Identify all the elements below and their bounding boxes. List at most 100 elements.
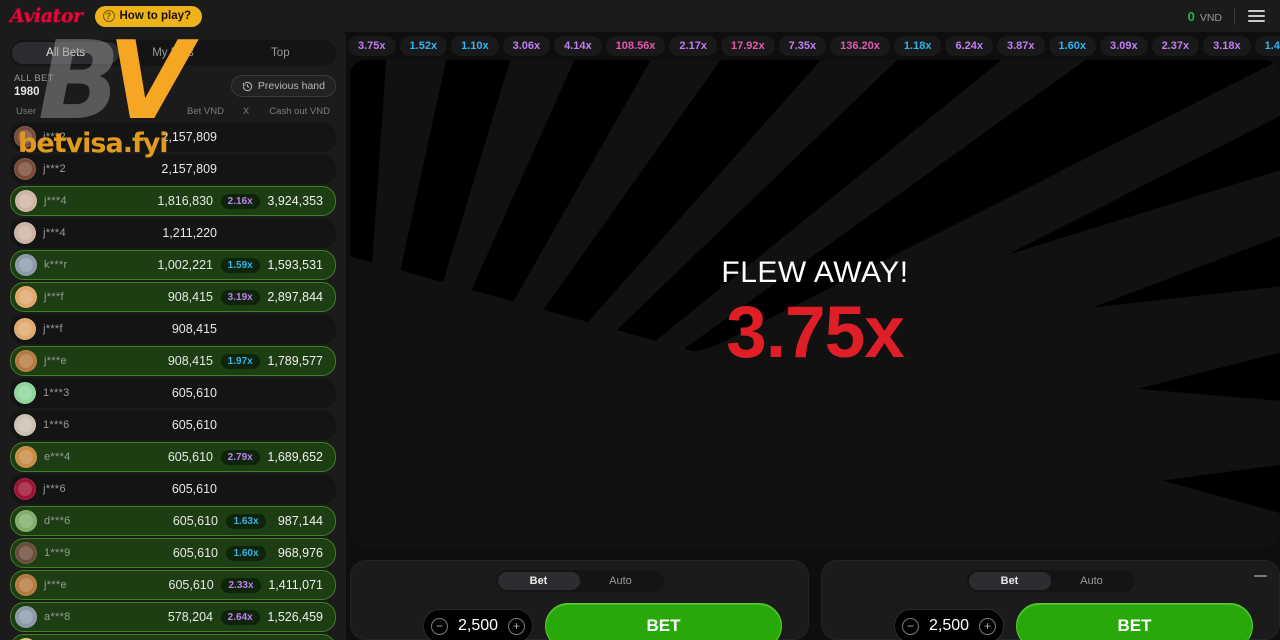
bet-row-multiplier-badge: 2.64x (220, 609, 260, 625)
bet-panel-right-tab-bet[interactable]: Bet (968, 572, 1051, 590)
bet-row-amount: 1,002,221 (157, 258, 213, 272)
bet-row[interactable]: 1***6 605,610 (10, 410, 336, 440)
history-multiplier[interactable]: 3.75x (348, 35, 396, 56)
bet-row-username: j***f (44, 291, 64, 303)
bet-panel-left-tab-bet[interactable]: Bet (497, 572, 580, 590)
previous-hand-button[interactable]: Previous hand (230, 75, 336, 97)
bet-panel-right: Bet Auto − 2,500 + BET (821, 560, 1280, 640)
history-multiplier[interactable]: 1.52x (399, 35, 448, 56)
history-multiplier[interactable]: 4.14x (554, 35, 602, 56)
history-multiplier[interactable]: 2.37x (1151, 35, 1200, 56)
tab-top[interactable]: Top (227, 42, 334, 64)
bet-row-username: j***2 (43, 163, 66, 175)
history-multiplier[interactable]: 2.17x (669, 35, 717, 56)
previous-hand-label: Previous hand (257, 80, 325, 92)
balance-amount: 0 (1187, 8, 1195, 24)
history-multiplier[interactable]: 1.10x (451, 35, 499, 56)
bet-row-cashout: 1,526,459 (267, 610, 323, 624)
bet-panel-left-tab-auto[interactable]: Auto (580, 572, 662, 590)
tab-all-bets[interactable]: All Bets (12, 42, 120, 64)
bet-panel-right-tab-auto[interactable]: Auto (1051, 572, 1133, 590)
bet-amount-stepper-left[interactable]: − 2,500 + (423, 609, 533, 640)
bet-row-multiplier-wrap: 1.63x (218, 513, 274, 529)
bets-tabs-container: All Bets My Bets Top (0, 32, 346, 66)
bet-row-amount: 908,415 (171, 322, 217, 336)
bet-row-amount: 605,610 (168, 578, 214, 592)
bet-row-username: 1***3 (43, 387, 70, 399)
bet-button-right[interactable]: BET (1016, 603, 1253, 640)
bet-row-username: j***e (44, 579, 67, 591)
bet-row[interactable]: j***2 2,157,809 (10, 154, 336, 184)
bet-row[interactable]: e***4 605,610 2.79x 1,689,652 (10, 442, 336, 472)
bet-amount-value-right[interactable]: 2,500 (929, 617, 969, 635)
bet-row[interactable]: j***f 908,415 (10, 314, 336, 344)
bet-panel-left: Bet Auto − 2,500 + BET (350, 560, 809, 640)
multiplier-history-bar[interactable]: 3.75x 1.52x 1.10x 3.06x 4.14x 108.56x 2.17x 17.… (348, 32, 1280, 60)
bet-row-amount: 605,610 (172, 546, 218, 560)
bet-row-cashout: 1,593,531 (267, 258, 323, 272)
history-multiplier[interactable]: 136.20x (830, 35, 890, 56)
bet-row-username: d***6 (44, 515, 71, 527)
bet-row[interactable]: j***f 908,415 3.19x 2,897,844 (10, 282, 336, 312)
avatar (14, 126, 36, 148)
avatar (14, 158, 36, 180)
bet-row[interactable]: j***2 2,157,809 (10, 122, 336, 152)
bet-row[interactable]: 1***9 605,610 1.60x 968,976 (10, 538, 336, 568)
history-multiplier[interactable]: 3.18x (1203, 35, 1251, 56)
history-multiplier[interactable]: 3.09x (1100, 35, 1148, 56)
avatar (15, 510, 37, 532)
history-multiplier[interactable]: 17.92x (720, 35, 775, 56)
bet-button-left[interactable]: BET (545, 603, 782, 640)
bet-row[interactable]: k***r 1,002,221 1.59x 1,593,531 (10, 250, 336, 280)
history-multiplier[interactable]: 3.06x (502, 35, 551, 56)
how-to-play-button[interactable]: ? How to play? (94, 5, 203, 27)
bet-row[interactable]: j***4 1,211,220 (10, 218, 336, 248)
increase-bet-icon-right[interactable]: + (978, 617, 996, 635)
bet-row-multiplier-wrap: 3.19x (213, 289, 267, 305)
bet-row-multiplier-badge: 1.59x (220, 257, 260, 273)
remove-bet-panel-icon[interactable] (1254, 575, 1267, 577)
bet-row-cashout: 3,924,353 (267, 194, 323, 208)
history-multiplier[interactable]: 108.56x (605, 35, 666, 56)
bets-sidebar: All Bets My Bets Top ALL BET 1980 Previo… (0, 32, 346, 640)
decrease-bet-icon-right[interactable]: − (902, 617, 919, 635)
bet-row[interactable]: j***4 1,816,830 2.16x 3,924,353 (10, 186, 336, 216)
bet-row-cashout: 968,976 (277, 546, 323, 560)
flew-away-label: FLEW AWAY! (721, 255, 909, 289)
bet-amount-value-left[interactable]: 2,500 (458, 617, 498, 635)
bet-row-multiplier-wrap: 1.97x (213, 353, 267, 369)
hamburger-menu-icon[interactable] (1235, 10, 1270, 22)
bet-count-row: ALL BET 1980 Previous hand (0, 66, 346, 104)
bet-row[interactable]: j***e 605,610 2.33x 1,411,071 (10, 570, 336, 600)
column-header-bet: Bet VND (187, 106, 224, 117)
history-multiplier[interactable]: 6.24x (945, 35, 993, 56)
bet-row-multiplier-badge: 2.79x (220, 449, 260, 465)
bet-row[interactable]: 1***3 605,610 (10, 378, 336, 408)
bet-amount-stepper-right[interactable]: − 2,500 + (894, 609, 1004, 640)
tab-my-bets[interactable]: My Bets (119, 42, 226, 64)
bet-row-multiplier-badge: 3.19x (220, 289, 260, 305)
avatar (15, 574, 37, 596)
bet-row[interactable]: j***e 908,415 1.97x 1,789,577 (10, 346, 336, 376)
bet-row-amount: 605,610 (171, 482, 217, 496)
bet-row[interactable]: s***3549,7953.11x1,709,863 (10, 634, 336, 640)
bet-row-amount: 2,157,809 (161, 130, 217, 144)
history-multiplier[interactable]: 7.35x (778, 35, 827, 56)
history-multiplier[interactable]: 3.87x (996, 35, 1045, 56)
decrease-bet-icon-left[interactable]: − (431, 617, 448, 635)
bet-row[interactable]: j***6 605,610 (10, 474, 336, 504)
history-multiplier[interactable]: 1.4 (1254, 35, 1280, 56)
bet-row-amount: 908,415 (167, 290, 213, 304)
bet-row-multiplier-wrap: 2.79x (213, 449, 267, 465)
bet-row[interactable]: a***8 578,204 2.64x 1,526,459 (10, 602, 336, 632)
final-multiplier: 3.75x (726, 291, 905, 373)
bet-row-username: j***6 (43, 483, 66, 495)
history-multiplier[interactable]: 1.60x (1048, 35, 1097, 56)
bets-list[interactable]: j***2 2,157,809 j***2 2,157,809 j***4 1,816,8… (0, 122, 346, 640)
history-multiplier[interactable]: 1.18x (893, 35, 942, 56)
balance-display[interactable]: 0 VND (1188, 9, 1234, 24)
increase-bet-icon-left[interactable]: + (507, 617, 525, 635)
bet-row[interactable]: d***6 605,610 1.63x 987,144 (10, 506, 336, 536)
bet-panels: Bet Auto − 2,500 + BET Bet Auto − 2,500 … (348, 560, 1280, 640)
bet-row-amount: 605,610 (167, 450, 213, 464)
